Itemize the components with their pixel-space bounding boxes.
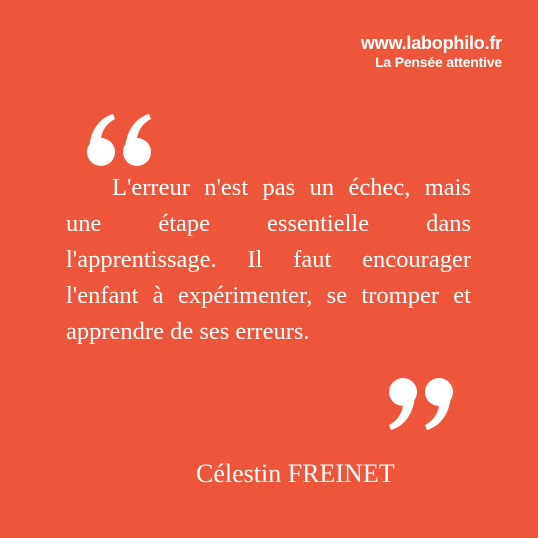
brand-header: www.labophilo.fr La Pensée attentive <box>361 34 502 70</box>
quote-card: www.labophilo.fr La Pensée attentive L'e… <box>0 0 538 538</box>
brand-tagline: La Pensée attentive <box>375 53 502 70</box>
brand-url[interactable]: www.labophilo.fr <box>361 34 502 53</box>
quote-author: Célestin FREINET <box>196 459 395 488</box>
quote-text: L'erreur n'est pas un échec, mais une ét… <box>66 174 471 345</box>
open-quote-icon <box>87 114 151 166</box>
close-quote-icon <box>389 378 453 430</box>
